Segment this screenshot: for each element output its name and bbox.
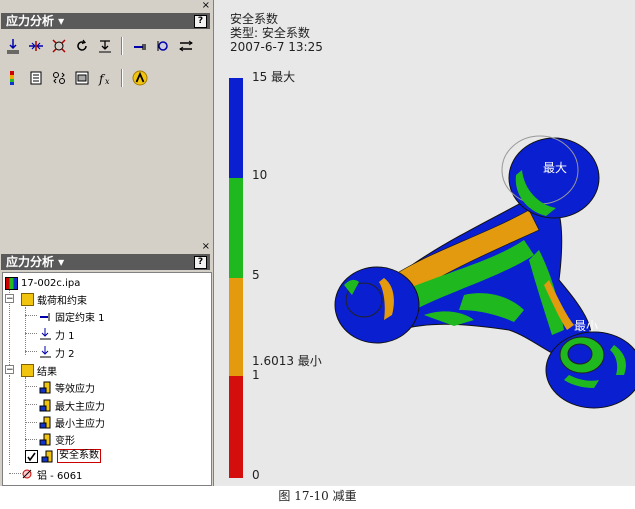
- tree-item-deformation[interactable]: 变形: [39, 431, 75, 447]
- update-icon[interactable]: [130, 68, 149, 87]
- legend-label-0: 0: [252, 468, 260, 482]
- stress-model-view[interactable]: 最大 最小: [324, 130, 635, 420]
- legend-band-blue: [229, 78, 243, 178]
- tree-item-label: 17-002c.ipa: [21, 277, 81, 289]
- result-timestamp: 2007-6-7 13:25: [230, 40, 323, 54]
- tree-item-label: 力 1: [55, 330, 75, 342]
- browser-panel-title[interactable]: 应力分析 ▾ ?: [1, 254, 210, 270]
- tree-item-force-2[interactable]: 力 2: [39, 344, 75, 360]
- tree-item-fixed-constraint[interactable]: 固定约束 1: [39, 308, 105, 324]
- graphics-window[interactable]: 安全系数 类型: 安全系数 2007-6-7 13:25 15 最大 10 5 …: [214, 0, 635, 486]
- result-title: 安全系数: [230, 12, 279, 26]
- help-icon[interactable]: ?: [194, 256, 207, 269]
- result-type: 类型: 安全系数: [230, 26, 310, 40]
- checkbox-checked-icon[interactable]: [25, 449, 38, 463]
- moment-load-icon[interactable]: [72, 36, 91, 55]
- tree-item-max-principal[interactable]: 最大主应力: [39, 397, 105, 413]
- force-icon: [39, 345, 52, 359]
- collapse-icon[interactable]: −: [5, 294, 14, 304]
- fixed-constraint-icon[interactable]: [130, 36, 149, 55]
- frictionless-constraint-icon[interactable]: [176, 36, 195, 55]
- loads-folder-icon: [21, 292, 34, 306]
- tree-item-label: 载荷和约束: [37, 295, 87, 307]
- pressure-load-icon[interactable]: [26, 36, 45, 55]
- force-load-icon[interactable]: [3, 36, 22, 55]
- tree-item-von-mises[interactable]: 等效应力: [39, 379, 95, 395]
- color-legend-bar: [229, 78, 243, 478]
- figure-caption: 图 17-10 减重: [278, 489, 357, 503]
- report-icon[interactable]: [26, 68, 45, 87]
- force-icon: [39, 327, 52, 341]
- bearing-load-icon[interactable]: [49, 36, 68, 55]
- legend-label-5: 5: [252, 268, 260, 282]
- tree-item-label: 力 2: [55, 348, 75, 360]
- max-marker-label: 最大: [543, 161, 567, 175]
- legend-label-min: 1.6013 最小: [252, 354, 322, 368]
- material-icon: [21, 468, 34, 481]
- left-browser-pane: × 应力分析 ▾ ? f x × 应力分析 ▾ ? 17-002c.ipa − …: [0, 0, 214, 486]
- min-marker-label: 最小: [574, 319, 598, 333]
- tree-item-material[interactable]: 铝 - 6061: [21, 466, 82, 482]
- tree-item-min-principal[interactable]: 最小主应力: [39, 414, 105, 430]
- tree-item-safety-factor[interactable]: 安全系数: [25, 448, 101, 464]
- tree-item-root[interactable]: 17-002c.ipa: [5, 275, 80, 291]
- animate-results-icon[interactable]: [49, 68, 68, 87]
- tree-item-label: 等效应力: [55, 383, 95, 395]
- toolbar-row-2: fx: [3, 68, 149, 87]
- tree-item-label: 最小主应力: [55, 418, 105, 430]
- collapse-icon[interactable]: −: [5, 365, 14, 375]
- model-browser-tree: 17-002c.ipa − 载荷和约束 固定约束 1 力 1 力 2 − 结果 …: [2, 272, 212, 486]
- svg-text:x: x: [105, 77, 110, 86]
- result-icon: [39, 433, 52, 446]
- legend-band-red: [229, 376, 243, 478]
- tree-item-label: 结果: [37, 366, 57, 378]
- tree-item-label: 固定约束 1: [55, 312, 105, 324]
- close-icon[interactable]: ×: [202, 242, 210, 252]
- tree-item-results[interactable]: 结果: [21, 362, 57, 378]
- toolbar-row-1: [3, 36, 195, 55]
- toolbar-separator: [121, 68, 123, 87]
- displacement-display-icon[interactable]: [72, 68, 91, 87]
- help-icon[interactable]: ?: [194, 15, 207, 28]
- color-bar-icon[interactable]: [3, 68, 22, 87]
- legend-label-1: 1: [252, 368, 260, 382]
- tree-item-label: 铝 - 6061: [37, 470, 83, 482]
- analysis-file-icon: [5, 276, 18, 290]
- tree-item-label: 变形: [55, 435, 75, 447]
- legend-band-orange: [229, 278, 243, 376]
- result-icon: [39, 416, 52, 429]
- legend-label-10: 10: [252, 168, 268, 182]
- tree-item-loads-constraints[interactable]: 载荷和约束: [21, 291, 87, 307]
- legend-band-green: [229, 178, 243, 278]
- stress-analysis-panel: × 应力分析 ▾ ? f x: [0, 0, 213, 240]
- constraint-icon: [39, 310, 52, 323]
- legend-label-max: 15 最大: [252, 70, 296, 84]
- result-icon: [41, 450, 54, 463]
- tree-item-label: 最大主应力: [55, 401, 105, 413]
- result-icon: [39, 399, 52, 412]
- body-load-icon[interactable]: [95, 36, 114, 55]
- tree-item-label: 安全系数: [57, 449, 101, 463]
- tree-item-force-1[interactable]: 力 1: [39, 326, 75, 342]
- panel-title[interactable]: 应力分析 ▾ ?: [1, 13, 210, 29]
- panel-title-label: 应力分析 ▾: [6, 255, 65, 269]
- results-folder-icon: [21, 363, 34, 377]
- function-fx-icon[interactable]: fx: [95, 68, 114, 87]
- close-icon[interactable]: ×: [202, 1, 210, 11]
- result-icon: [39, 381, 52, 394]
- toolbar-separator: [121, 36, 123, 55]
- panel-title-label: 应力分析 ▾: [6, 14, 65, 28]
- pin-constraint-icon[interactable]: [153, 36, 172, 55]
